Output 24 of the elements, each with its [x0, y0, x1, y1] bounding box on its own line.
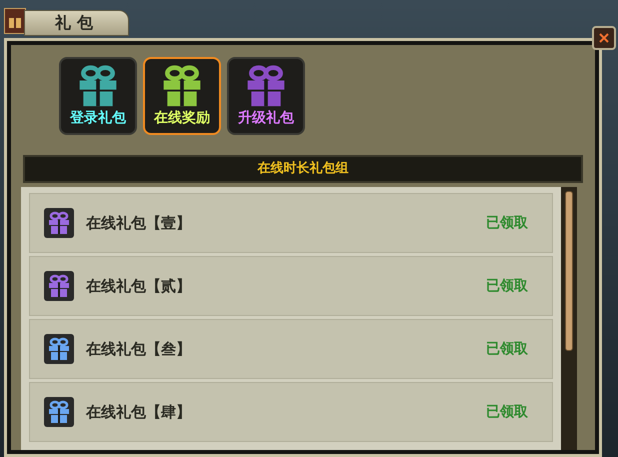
tab-label: 在线奖励 — [154, 109, 210, 128]
gift-name: 在线礼包【壹】 — [86, 212, 192, 234]
scrollbar[interactable] — [561, 187, 577, 450]
gift-row[interactable]: 在线礼包【肆】 已领取 — [29, 382, 553, 442]
gift-row[interactable]: 在线礼包【壹】 已领取 — [29, 193, 553, 253]
gift-row[interactable]: 在线礼包【贰】 已领取 — [29, 256, 553, 316]
section-header: 在线时长礼包组 — [23, 155, 583, 183]
claimed-status: 已领取 — [486, 340, 528, 358]
category-tab[interactable]: 登录礼包 — [59, 57, 137, 135]
tab-label: 升级礼包 — [238, 109, 294, 128]
gift-name: 在线礼包【贰】 — [86, 276, 192, 297]
category-tab[interactable]: 在线奖励 — [143, 57, 221, 135]
claimed-status: 已领取 — [486, 276, 528, 296]
gift-name: 在线礼包【肆】 — [86, 402, 192, 423]
window-title: 礼包 — [24, 10, 129, 36]
close-icon — [598, 32, 610, 44]
claimed-status: 已领取 — [486, 402, 528, 422]
claimed-status: 已领取 — [486, 214, 528, 232]
gift-name: 在线礼包【叁】 — [86, 338, 192, 360]
gift-row[interactable]: 在线礼包【叁】 已领取 — [29, 319, 553, 379]
category-tab[interactable]: 升级礼包 — [227, 57, 305, 135]
close-button[interactable] — [592, 26, 616, 50]
tab-label: 登录礼包 — [70, 109, 126, 128]
scroll-thumb[interactable] — [565, 191, 573, 351]
